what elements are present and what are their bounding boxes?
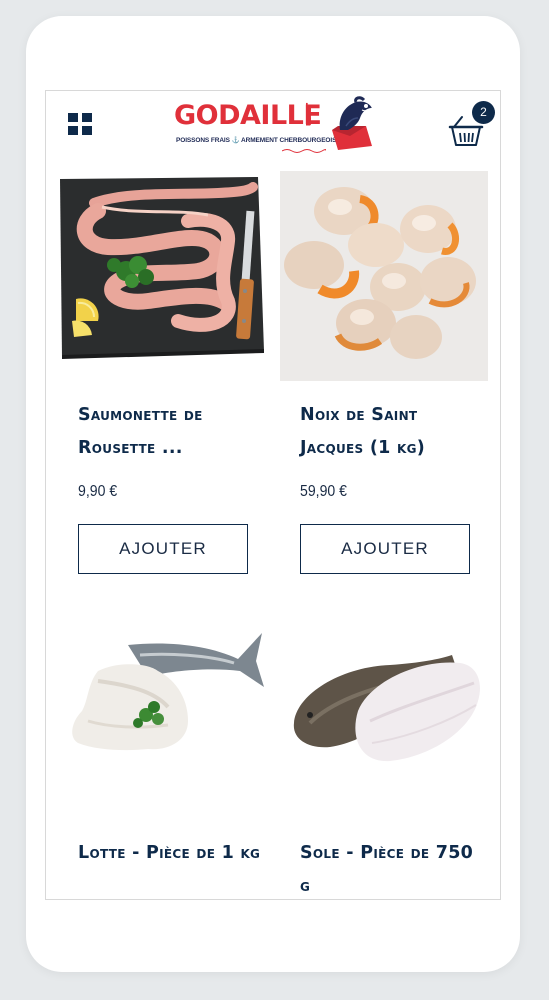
- app-screen: GODAILLE .com POISSONS FRAIS ⚓ ARMEMENT …: [45, 90, 501, 900]
- logo-wordmark: GODAILLE: [174, 100, 322, 131]
- product-price: 59,90 €: [300, 483, 347, 500]
- brand-logo[interactable]: GODAILLE .com POISSONS FRAIS ⚓ ARMEMENT …: [174, 96, 374, 156]
- product-card: Noix de Saint Jacques (1 kg) 59,90 € AJO…: [280, 171, 488, 581]
- add-to-cart-button[interactable]: AJOUTER: [78, 524, 248, 574]
- product-image-saumonette[interactable]: [58, 171, 266, 381]
- product-title[interactable]: Saumonette de Rousette ...: [78, 399, 263, 465]
- product-card: Lotte - Pièce de 1 kg: [58, 611, 266, 899]
- product-image-saint-jacques[interactable]: [280, 171, 488, 381]
- cart-button[interactable]: 2: [446, 101, 496, 151]
- product-price: 9,90 €: [78, 483, 118, 500]
- logo-tagline: POISSONS FRAIS ⚓ ARMEMENT CHERBOURGEOIS: [176, 137, 337, 144]
- product-image-lotte[interactable]: [58, 611, 266, 821]
- logo-wave-icon: [282, 149, 326, 153]
- product-card: Sole - Pièce de 750 g: [280, 611, 488, 899]
- fish-logo-icon: [332, 96, 373, 150]
- product-title[interactable]: Noix de Saint Jacques (1 kg): [300, 399, 485, 465]
- add-to-cart-button[interactable]: AJOUTER: [300, 524, 470, 574]
- product-card: Saumonette de Rousette ... 9,90 € AJOUTE…: [58, 171, 266, 581]
- product-title[interactable]: Sole - Pièce de 750 g: [300, 837, 485, 899]
- grid-menu-icon[interactable]: [68, 113, 93, 136]
- cart-count-badge: 2: [472, 101, 495, 124]
- header: GODAILLE .com POISSONS FRAIS ⚓ ARMEMENT …: [46, 91, 500, 161]
- product-title[interactable]: Lotte - Pièce de 1 kg: [78, 837, 263, 870]
- product-image-sole[interactable]: [280, 611, 488, 821]
